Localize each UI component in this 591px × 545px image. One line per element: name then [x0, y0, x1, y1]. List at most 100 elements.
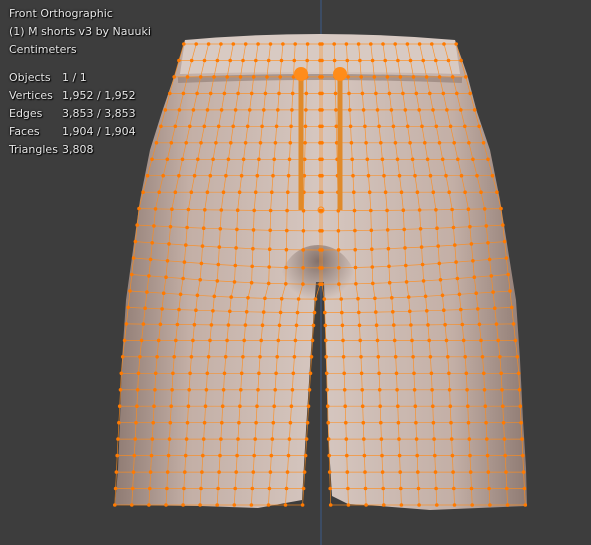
mesh-vertex — [396, 420, 401, 425]
mesh-vertex — [257, 371, 261, 376]
mesh-vertex — [278, 75, 283, 79]
mesh-vertex — [479, 190, 483, 194]
mesh-vertex — [301, 282, 305, 286]
mesh-vertex — [418, 227, 423, 231]
mesh-vertex — [258, 141, 263, 145]
mesh-vertex — [449, 420, 453, 425]
mesh-vertex — [198, 278, 202, 282]
mesh-vertex — [133, 239, 138, 244]
mesh-vertex — [348, 108, 352, 112]
mesh-vertex — [404, 280, 409, 284]
mesh-vertex — [393, 42, 398, 46]
mesh-vertex — [166, 453, 171, 458]
mesh-vertex — [386, 246, 391, 251]
mesh-vertex — [369, 42, 373, 46]
mesh-vertex — [290, 91, 295, 96]
mesh-vertex — [328, 503, 333, 507]
mesh-vertex — [151, 420, 155, 425]
mesh-vertex — [177, 58, 181, 63]
mesh-vertex — [135, 388, 140, 392]
mesh-vertex — [284, 247, 289, 252]
mesh-vertex — [412, 388, 417, 392]
mesh-vertex — [452, 503, 457, 507]
mesh-vertex — [346, 486, 350, 491]
mesh-vertex — [486, 470, 491, 474]
drawstring-knot-right[interactable] — [333, 67, 347, 81]
mesh-vertex — [345, 470, 350, 474]
mesh-vertex — [410, 338, 414, 343]
mesh-vertex — [174, 338, 178, 343]
mesh-vertex — [486, 157, 490, 162]
mesh-vertex — [175, 322, 180, 327]
mesh-vertex — [154, 141, 159, 145]
mesh-vertex — [242, 338, 246, 343]
mesh-vertex — [396, 404, 400, 409]
mesh-vertex — [236, 91, 240, 96]
mesh-vertex — [413, 173, 417, 178]
mesh-vertex — [352, 208, 357, 213]
mesh-vertex — [284, 282, 288, 286]
mesh-vertex — [267, 486, 272, 491]
mesh-vertex — [397, 453, 402, 458]
3d-viewport[interactable]: Front Orthographic (1) M shorts v3 by Na… — [0, 0, 591, 545]
mesh-vertex — [270, 437, 275, 441]
mesh-vertex — [186, 404, 191, 409]
mesh-vertex — [505, 503, 510, 507]
mesh-vertex — [219, 108, 224, 112]
mesh-vertex — [293, 338, 298, 343]
mesh-vertex — [410, 157, 415, 162]
mesh-vertex — [500, 388, 504, 392]
mesh-vertex — [358, 58, 362, 63]
mesh-vertex — [288, 420, 293, 425]
mesh-vertex — [447, 371, 451, 376]
mesh-vertex — [464, 371, 469, 376]
mesh-vertex — [181, 91, 186, 96]
mesh-vertex — [294, 323, 299, 328]
stat-label: Triangles — [9, 143, 58, 156]
mesh-vertex — [291, 371, 296, 376]
view-name: Front Orthographic — [9, 7, 113, 20]
mesh-vertex — [414, 420, 418, 425]
mesh-vertex — [502, 239, 507, 244]
mesh-vertex — [312, 310, 317, 315]
mesh-vertex — [188, 124, 192, 129]
mesh-vertex — [326, 437, 331, 441]
mesh-vertex — [267, 265, 272, 269]
mesh-vertex — [183, 470, 187, 474]
mesh-vertex — [320, 157, 324, 162]
mesh-vertex — [135, 404, 139, 409]
mesh-vertex — [341, 338, 345, 343]
mesh-vertex — [192, 173, 197, 178]
mesh-vertex — [361, 420, 366, 425]
mesh-vertex — [118, 388, 123, 392]
mesh-vertex — [226, 157, 231, 162]
mesh-vertex — [367, 190, 372, 194]
mesh-vertex — [334, 108, 338, 112]
mesh-vertex — [425, 157, 430, 162]
mesh-vertex — [205, 108, 210, 112]
mesh-vertex — [292, 355, 297, 359]
mesh-vertex — [320, 75, 324, 79]
mesh-vertex — [485, 437, 489, 441]
mesh-vertex — [231, 42, 236, 46]
mesh-vertex — [398, 75, 403, 79]
mesh-vertex — [239, 173, 244, 178]
mesh-vertex — [382, 173, 386, 178]
mesh-vertex — [241, 58, 245, 63]
mesh-vertex — [320, 229, 324, 233]
mesh-vertex — [374, 310, 378, 314]
mesh-vertex — [212, 294, 217, 299]
mesh-vertex — [211, 157, 215, 162]
mesh-vertex — [405, 42, 410, 46]
mesh-vertex — [170, 388, 174, 392]
mesh-vertex — [203, 208, 207, 212]
mesh-vertex — [187, 388, 191, 392]
mesh-vertex — [132, 453, 137, 458]
mesh-vertex — [226, 323, 231, 327]
mesh-vertex — [293, 42, 298, 46]
mesh-vertex — [455, 276, 460, 281]
drawstring-knot-left[interactable] — [294, 67, 308, 81]
mesh-vertex — [421, 279, 426, 283]
mesh-vertex — [170, 207, 174, 211]
mesh-vertex — [183, 453, 188, 458]
